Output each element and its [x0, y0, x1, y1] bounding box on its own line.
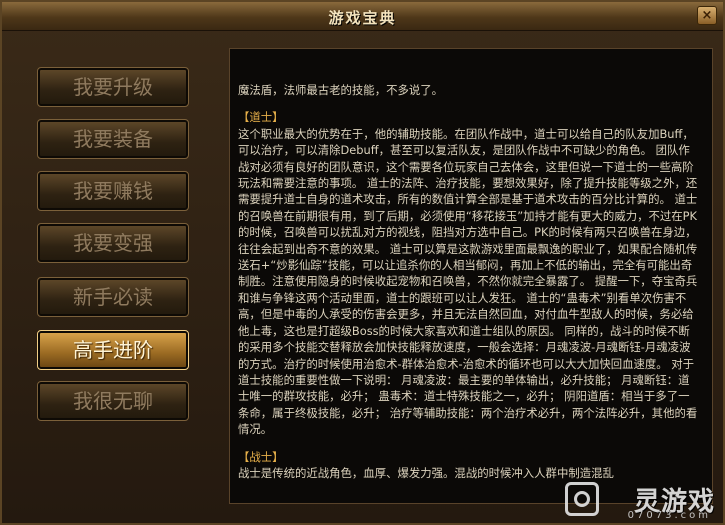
guide-content-panel[interactable]: 魔法盾，法师最古老的技能，不多说了。 【道士】 这个职业最大的优势在于，他的辅助… [229, 48, 713, 504]
menu-item-bored[interactable]: 我很无聊 [37, 381, 189, 421]
close-button[interactable]: × [697, 6, 717, 25]
watermark-logo-icon [565, 482, 599, 516]
title-bar[interactable]: 游戏宝典 × [2, 2, 723, 31]
menu-item-make-money[interactable]: 我要赚钱 [37, 171, 189, 211]
section-heading-warrior: 【战士】 [238, 449, 284, 464]
menu-item-newbie-guide[interactable]: 新手必读 [37, 277, 189, 317]
menu-item-level-up[interactable]: 我要升级 [37, 67, 189, 107]
section-heading-taoist: 【道士】 [238, 110, 284, 125]
menu-item-equipment[interactable]: 我要装备 [37, 119, 189, 159]
game-guide-window: 游戏宝典 × 我要升级 我要装备 我要赚钱 我要变强 新手必读 高手进阶 我很无… [0, 0, 725, 525]
guide-menu: 我要升级 我要装备 我要赚钱 我要变强 新手必读 高手进阶 我很无聊 [20, 48, 215, 504]
menu-item-get-stronger[interactable]: 我要变强 [37, 223, 189, 263]
window-title: 游戏宝典 [328, 9, 397, 27]
menu-item-advanced[interactable]: 高手进阶 [37, 330, 189, 370]
intro-text: 魔法盾，法师最古老的技能，不多说了。 [238, 83, 444, 97]
site-watermark: 灵游戏 07073.com [565, 479, 715, 521]
section-body-taoist: 这个职业最大的优势在于，他的辅助技能。在团队作战中，道士可以给自己的队友加Buf… [238, 126, 698, 437]
watermark-url: 07073.com [627, 510, 711, 521]
